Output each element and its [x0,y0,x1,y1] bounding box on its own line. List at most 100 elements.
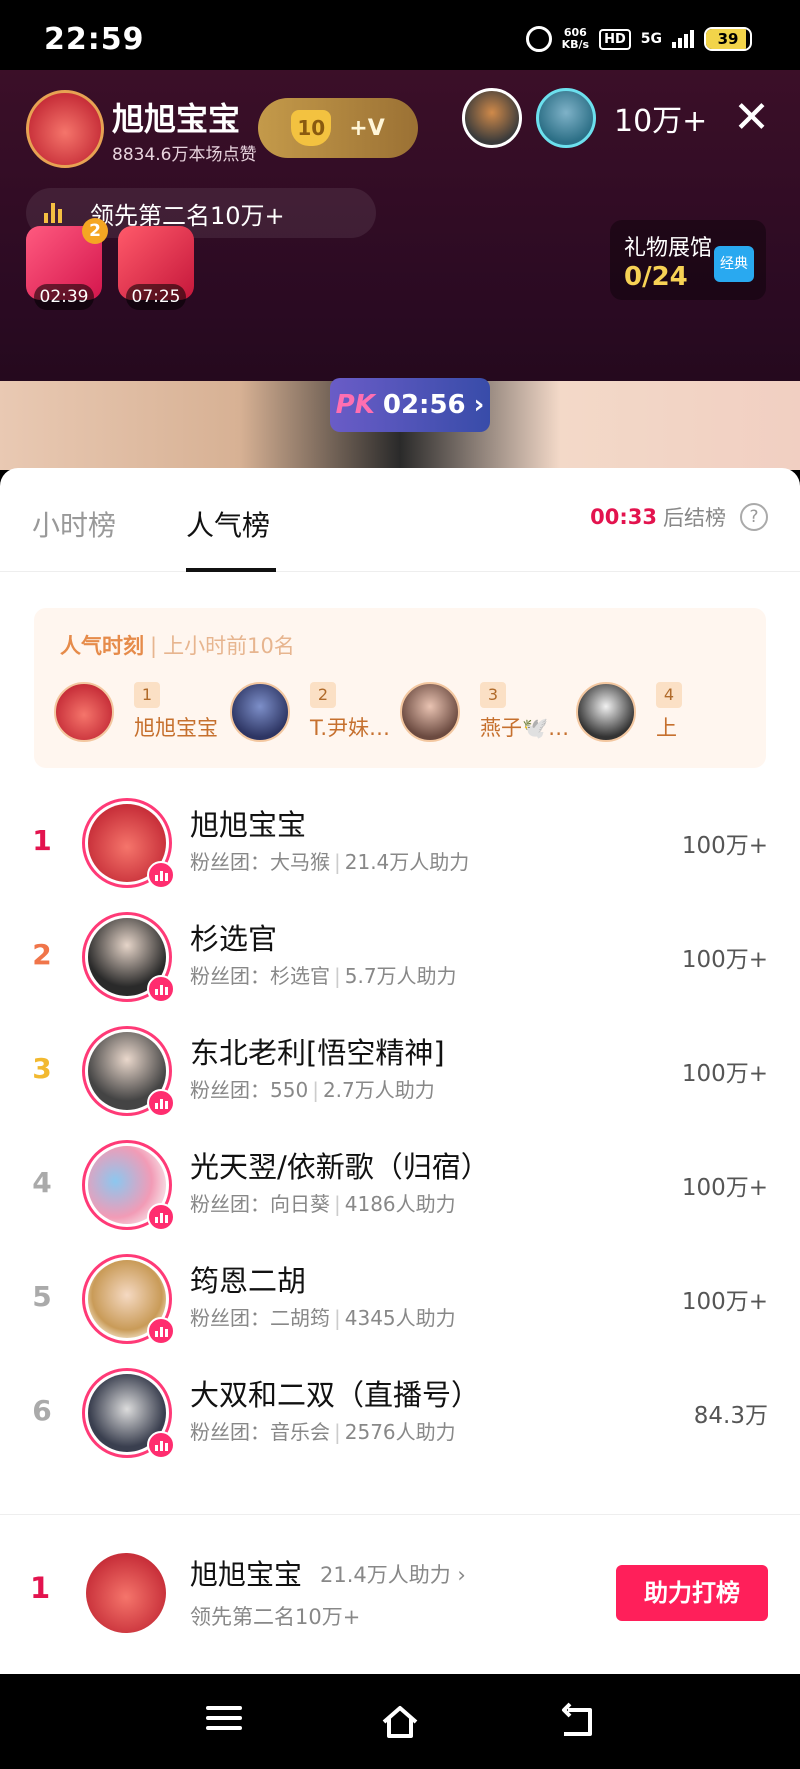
live-icon [147,1431,175,1459]
fan-club-name: 音乐会 [270,1420,330,1444]
streamer-name: 东北老利[悟空精神] [190,1036,445,1070]
moment-rank: 4 [656,682,682,708]
alarm-icon [525,26,552,52]
fan-club-label: 粉丝团： [190,964,270,988]
moment-rank: 2 [310,682,336,708]
clock: 22:59 [44,22,145,57]
viewer-avatar[interactable] [536,88,596,148]
streamer-name: 大双和二双（直播号） [190,1378,481,1412]
moment-avatar [576,682,636,742]
popularity-score: 100万+ [681,1289,768,1315]
streamer-avatar[interactable] [82,1140,175,1231]
recent-apps-button[interactable] [202,1700,246,1744]
ranking-row[interactable]: 4 光天翌/依新歌（归宿） 粉丝团：向日葵 | 4186人助力 100万+ [0,1126,800,1254]
tab-hourly[interactable]: 小时榜 [32,504,116,544]
fan-club-info: 粉丝团：二胡筠 | 4345人助力 [190,1306,456,1330]
current-rank-number: 1 [30,1571,51,1605]
help-icon[interactable]: ? [740,503,768,531]
moment-item[interactable]: 2 T.尹妹… [230,682,420,746]
moment-item[interactable]: 1 旭旭宝宝 [54,682,244,746]
moment-item[interactable]: 4 上 [576,682,766,746]
network-speed-unit: KB/s [561,38,590,51]
streamer-avatar[interactable] [82,912,175,1003]
moment-name: T.尹妹… [310,716,391,740]
system-nav-bar [0,1674,800,1769]
rank-number: 1 [32,824,52,857]
streamer-avatar[interactable] [82,798,175,889]
assist-count: 21.4万人助力 [344,850,470,874]
rank-number: 4 [32,1166,52,1199]
gift-timer: 07:25 [126,284,186,310]
streamer-avatar[interactable] [82,1254,175,1345]
moment-subtitle: 上小时前10名 [163,634,295,658]
streamer-avatar[interactable] [82,1026,175,1117]
current-assist-link[interactable]: 21.4万人助力 › [320,1559,466,1589]
lead-text: 领先第二名10万+ [90,201,285,230]
fan-club-info: 粉丝团：大马猴 | 21.4万人助力 [190,850,470,874]
streamer-name: 光天翌/依新歌（归宿） [190,1150,490,1184]
status-icons: 606 KB/s HD 5G 39 [525,26,752,52]
tab-underline [186,568,276,572]
viewer-avatar[interactable] [462,88,522,148]
moment-name: 上 [656,716,677,740]
gift-museum[interactable]: 礼物展馆 0/24 经典 [610,220,766,300]
signal-icon [672,30,694,48]
fan-club-label: 粉丝团： [190,1420,270,1444]
popular-moment-card[interactable]: 人气时刻 | 上小时前10名 1 旭旭宝宝 2 T.尹妹… 3 燕子🕊️… 4 上 [34,608,766,768]
battery-icon: 39 [704,27,752,51]
follow-badge: +V [349,115,385,141]
moment-avatar [230,682,290,742]
streamer-name: 旭旭宝宝 [190,808,307,842]
live-icon [147,1203,175,1231]
red-envelope-box[interactable]: 07:25 [118,226,194,310]
hd-icon: HD [599,28,631,50]
current-lead-text: 领先第二名10万+ [190,1605,361,1629]
rank-bars-icon [44,203,62,223]
countdown-time: 00:33 [590,505,657,529]
heart-level-icon: 10 [291,110,332,146]
current-streamer-name: 旭旭宝宝 [190,1558,303,1591]
ranking-row[interactable]: 5 筠恩二胡 粉丝团：二胡筠 | 4345人助力 100万+ [0,1240,800,1368]
streamer-avatar[interactable] [82,1368,175,1459]
ranking-row[interactable]: 6 大双和二双（直播号） 粉丝团：音乐会 | 2576人助力 84.3万 [0,1354,800,1482]
ranking-sheet: 小时榜 人气榜 00:33 后结榜 ? 人气时刻 | 上小时前10名 1 旭旭宝宝 … [0,468,800,1674]
fan-club-name: 向日葵 [270,1192,330,1216]
popularity-score: 84.3万 [693,1403,768,1429]
tab-popularity[interactable]: 人气榜 [186,504,270,544]
ranking-tabs: 小时榜 人气榜 00:33 后结榜 ? [0,468,800,572]
assist-count: 2.7万人助力 [322,1078,435,1102]
moment-name: 燕子🕊️… [480,716,570,740]
close-icon[interactable]: ✕ [733,96,770,140]
gift-box[interactable]: 2 02:39 [26,218,108,310]
popularity-score: 100万+ [681,833,768,859]
boost-rank-button[interactable]: 助力打榜 [616,1565,768,1621]
host-avatar[interactable] [26,90,104,168]
moment-name: 旭旭宝宝 [134,716,218,740]
pk-label: PK [335,390,375,420]
popularity-score: 100万+ [681,947,768,973]
assist-count: 4345人助力 [344,1306,456,1330]
ranking-row[interactable]: 2 杉选官 粉丝团：杉选官 | 5.7万人助力 100万+ [0,898,800,1026]
moment-rank: 3 [480,682,506,708]
current-streamer-avatar[interactable] [86,1553,166,1633]
ranking-row[interactable]: 1 旭旭宝宝 粉丝团：大马猴 | 21.4万人助力 100万+ [0,784,800,912]
fan-club-name: 550 [270,1078,309,1102]
back-button[interactable] [556,1700,600,1744]
pk-timer-value: 02:56 [382,390,466,420]
host-likes: 8834.6万本场点赞 [112,145,257,165]
assist-count: 4186人助力 [344,1192,456,1216]
fan-club-name: 大马猴 [270,850,330,874]
home-icon [382,1706,418,1738]
live-icon [147,1317,175,1345]
fan-club-button[interactable]: 10 +V [258,98,418,158]
popularity-score: 100万+ [681,1175,768,1201]
pk-timer[interactable]: PK 02:56 › [330,378,490,432]
moment-item[interactable]: 3 燕子🕊️… [400,682,590,746]
home-button[interactable] [378,1700,422,1744]
ranking-row[interactable]: 3 东北老利[悟空精神] 粉丝团：550 | 2.7万人助力 100万+ [0,1012,800,1140]
viewer-count[interactable]: 10万+ [614,96,707,140]
moment-rank: 1 [134,682,160,708]
viewer-list[interactable]: 10万+ [462,88,707,148]
popularity-score: 100万+ [681,1061,768,1087]
back-icon [562,1702,592,1736]
